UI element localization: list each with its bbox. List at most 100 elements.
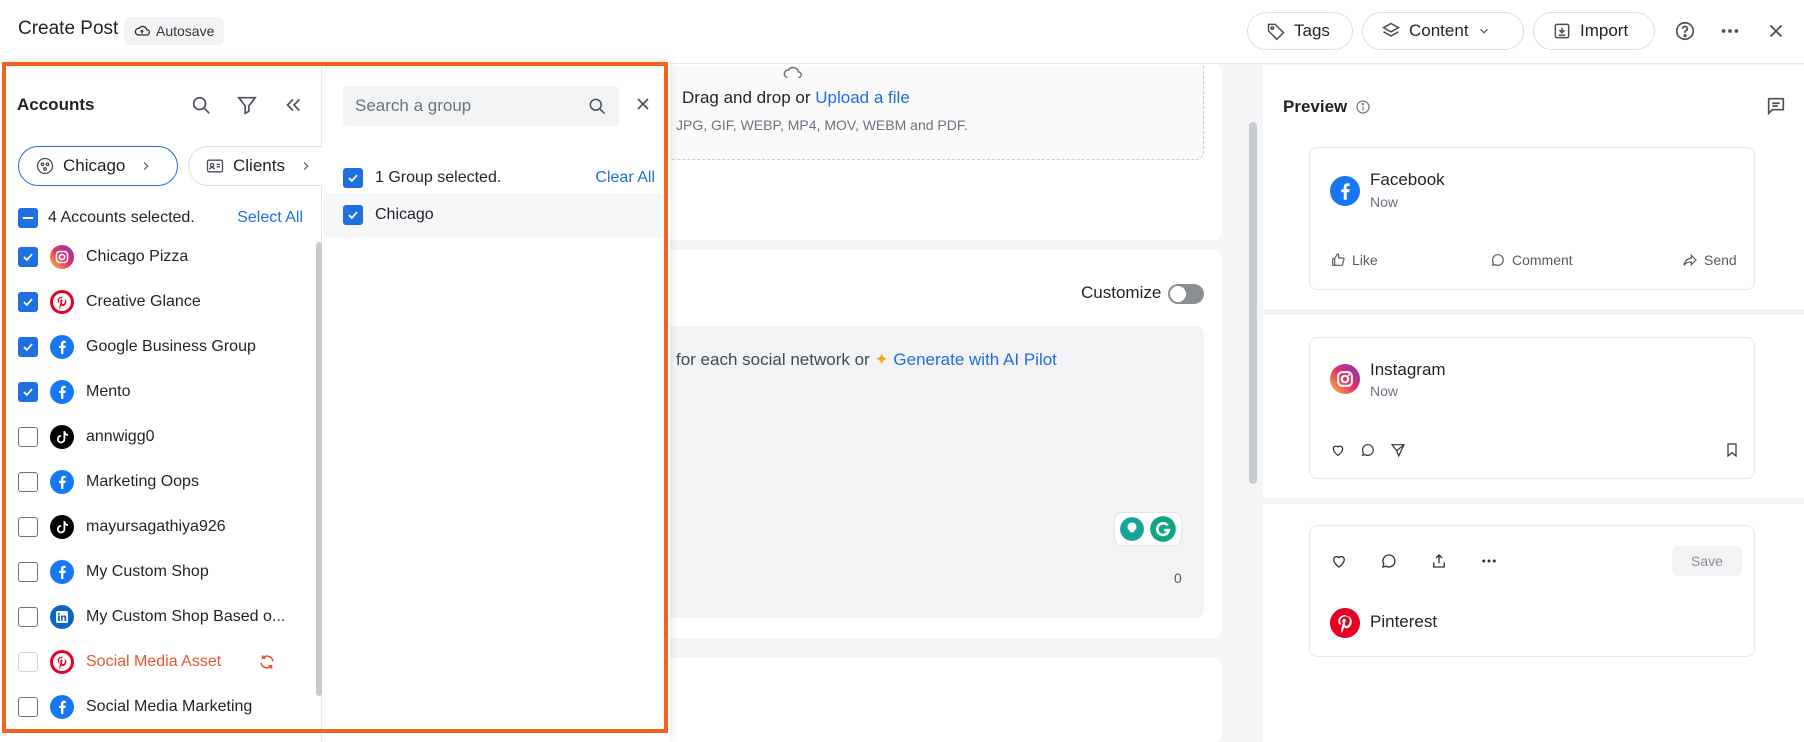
account-row[interactable]: Social Media Marketing [18, 692, 298, 722]
account-name: Google Business Group [86, 338, 256, 355]
account-checkbox[interactable] [18, 562, 38, 582]
linkedin-icon [50, 605, 74, 629]
help-icon[interactable] [1674, 20, 1696, 42]
chip-clients[interactable]: Clients [188, 146, 322, 186]
account-row[interactable]: My Custom Shop Based o... [18, 602, 298, 632]
pinterest-save-button[interactable]: Save [1672, 546, 1742, 576]
supported-formats: JPG, GIF, WEBP, MP4, MOV, WEBM and PDF. [676, 117, 968, 133]
facebook-icon [50, 380, 74, 404]
account-row[interactable]: My Custom Shop [18, 557, 298, 587]
upload-share-icon[interactable] [1430, 552, 1448, 570]
clear-all-link[interactable]: Clear All [595, 169, 655, 187]
select-all-checkbox[interactable] [18, 208, 38, 228]
comment-label: Comment [1512, 252, 1573, 268]
bookmark-icon[interactable] [1724, 442, 1740, 458]
groups-selection-row: 1 Group selected. Clear All [343, 168, 655, 188]
comment-bubble-icon[interactable] [1360, 442, 1376, 458]
account-checkbox[interactable] [18, 472, 38, 492]
group-item-label: Chicago [375, 206, 434, 223]
account-checkbox[interactable] [18, 607, 38, 627]
instagram-preview-card: Instagram Now [1309, 337, 1755, 479]
account-name: Creative Glance [86, 293, 201, 310]
content-dropdown-button[interactable]: Content [1362, 12, 1524, 50]
chip-chicago[interactable]: Chicago [18, 146, 178, 186]
import-button[interactable]: Import [1533, 12, 1655, 50]
autosave-label: Autosave [156, 23, 215, 39]
account-checkbox[interactable] [18, 382, 38, 402]
account-checkbox[interactable] [18, 247, 38, 267]
collapse-panel-icon[interactable] [282, 94, 304, 116]
preview-divider [1263, 309, 1804, 315]
account-row[interactable]: Mento [18, 377, 298, 407]
like-action[interactable]: Like [1330, 252, 1378, 268]
heart-icon[interactable] [1330, 552, 1348, 570]
account-name: My Custom Shop Based o... [86, 608, 286, 625]
instagram-icon [50, 245, 74, 269]
facebook-preview-name: Facebook [1370, 170, 1445, 189]
filter-icon[interactable] [236, 94, 258, 116]
group-checkbox[interactable] [343, 205, 363, 225]
upload-file-link[interactable]: Upload a file [815, 88, 910, 107]
pinterest-preview-name: Pinterest [1370, 612, 1438, 631]
account-row[interactable]: Creative Glance [18, 287, 298, 317]
preview-panel: Preview Facebook Now Like Comment Send I… [1263, 65, 1804, 742]
options-card [620, 658, 1222, 742]
search-icon[interactable] [190, 94, 212, 116]
account-checkbox[interactable] [18, 337, 38, 357]
more-icon[interactable] [1480, 552, 1498, 570]
account-checkbox[interactable] [18, 697, 38, 717]
comment-action[interactable]: Comment [1490, 252, 1573, 268]
cloud-icon [134, 23, 150, 39]
account-checkbox[interactable] [18, 652, 38, 672]
top-header: Create Post Autosave Tags Content Import [0, 0, 1804, 64]
account-row[interactable]: annwigg0 [18, 422, 298, 452]
heart-icon[interactable] [1330, 442, 1346, 458]
chip-chicago-label: Chicago [63, 156, 126, 175]
account-row[interactable]: Social Media Asset [18, 647, 298, 677]
account-checkbox[interactable] [18, 517, 38, 537]
refresh-icon[interactable] [258, 653, 276, 671]
media-dropzone[interactable] [640, 66, 1204, 160]
group-search-input[interactable] [355, 96, 575, 116]
send-icon[interactable] [1390, 442, 1406, 458]
account-row[interactable]: Marketing Oops [18, 467, 298, 497]
import-icon [1552, 21, 1572, 41]
select-all-link[interactable]: Select All [237, 209, 303, 227]
preview-title: Preview [1283, 97, 1348, 116]
generate-ai-link[interactable]: Generate with AI Pilot [893, 350, 1056, 369]
facebook-icon [50, 560, 74, 584]
group-item-chicago[interactable]: Chicago [323, 193, 663, 237]
account-name: annwigg0 [86, 428, 155, 445]
contact-card-icon [205, 156, 225, 176]
info-icon[interactable] [1355, 99, 1371, 115]
comment-bubble-icon[interactable] [1380, 552, 1398, 570]
close-groups-icon[interactable] [633, 94, 655, 116]
account-row[interactable]: Google Business Group [18, 332, 298, 362]
tags-button[interactable]: Tags [1247, 12, 1353, 50]
customize-toggle[interactable] [1168, 284, 1204, 304]
account-checkbox[interactable] [18, 427, 38, 447]
facebook-preview-card: Facebook Now Like Comment Send [1309, 147, 1755, 290]
grammarly-icon [1149, 515, 1177, 543]
editor-scrollbar[interactable] [1249, 122, 1257, 484]
account-checkbox[interactable] [18, 292, 38, 312]
close-icon[interactable] [1765, 20, 1787, 42]
instagram-preview-time: Now [1370, 383, 1399, 399]
writing-assistant-widget[interactable] [1114, 512, 1182, 546]
comments-icon[interactable] [1765, 95, 1787, 117]
comment-icon [1490, 252, 1506, 268]
more-options-icon[interactable] [1719, 20, 1741, 42]
accounts-scrollbar[interactable] [316, 242, 322, 696]
send-action[interactable]: Send [1682, 252, 1737, 268]
groups-select-checkbox[interactable] [343, 168, 363, 188]
account-name: Social Media Marketing [86, 698, 253, 715]
customize-label: Customize [1081, 283, 1162, 302]
account-name: mayursagathiya926 [86, 518, 226, 535]
accounts-title: Accounts [17, 95, 95, 114]
tag-icon [1266, 21, 1286, 41]
pinterest-icon [50, 290, 74, 314]
account-row[interactable]: mayursagathiya926 [18, 512, 298, 542]
search-icon[interactable] [587, 96, 607, 116]
account-row[interactable]: Chicago Pizza [18, 242, 298, 272]
chevron-right-icon [139, 159, 153, 173]
